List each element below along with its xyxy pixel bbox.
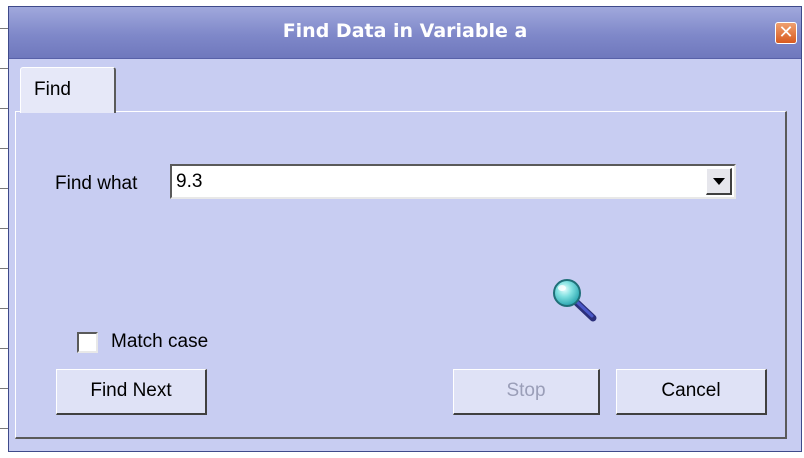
cancel-button[interactable]: Cancel <box>616 369 767 415</box>
close-icon[interactable]: ✕ <box>775 22 797 44</box>
find-what-input[interactable]: 9.3 <box>176 171 202 193</box>
find-what-combobox[interactable]: 9.3 <box>170 164 736 199</box>
stop-button[interactable]: Stop <box>453 369 600 415</box>
tab-find[interactable]: Find <box>20 67 116 113</box>
chevron-down-icon[interactable] <box>706 168 732 195</box>
find-what-label: Find what <box>55 173 138 194</box>
match-case-label[interactable]: Match case <box>111 331 208 353</box>
magnifier-icon <box>553 279 597 322</box>
dialog-title: Find Data in Variable a <box>282 20 528 42</box>
title-bar[interactable]: Find Data in Variable a ✕ <box>9 7 801 59</box>
tab-find-label: Find <box>34 79 71 100</box>
find-next-button[interactable]: Find Next <box>56 369 207 415</box>
background-window-edge <box>0 0 8 458</box>
match-case-checkbox[interactable] <box>77 332 98 353</box>
